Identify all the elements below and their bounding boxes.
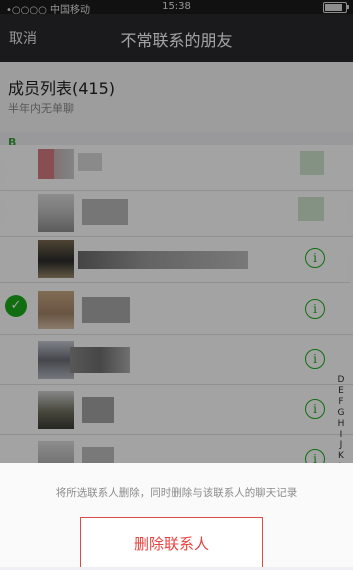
delete-hint: 将所选联系人删除，同时删除与该联系人的聊天记录 [55, 487, 298, 499]
delete-contacts-button[interactable]: 删除联系人 [80, 517, 263, 567]
modal-overlay[interactable] [0, 0, 353, 463]
action-sheet: 将所选联系人删除，同时删除与该联系人的聊天记录 删除联系人 [0, 463, 353, 567]
